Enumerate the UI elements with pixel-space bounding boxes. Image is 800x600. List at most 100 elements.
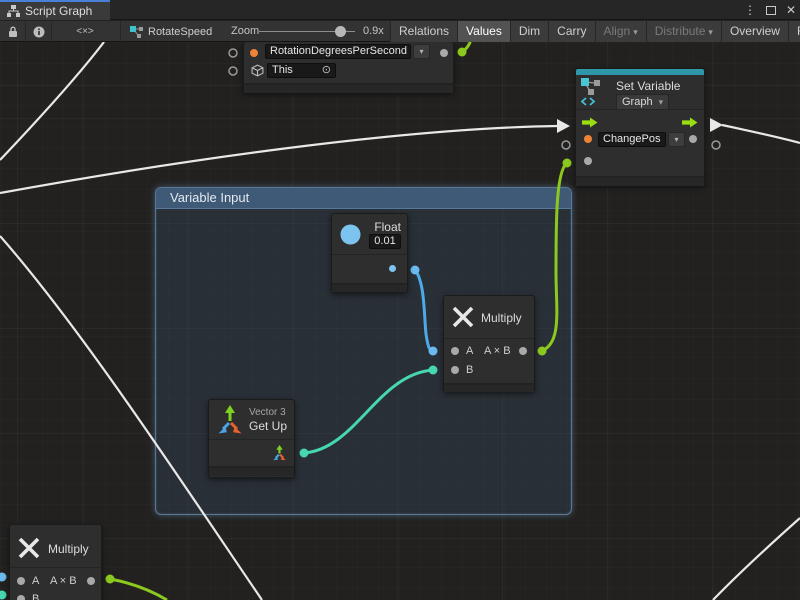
node-header: Float 0.01	[332, 214, 407, 254]
lock-icon[interactable]	[0, 21, 25, 42]
node-multiply-2[interactable]: Multiply A A × B B	[9, 524, 102, 600]
port-label-axb: A × B	[50, 575, 77, 587]
chevron-down-icon: ▾	[708, 27, 713, 37]
wire-end-green[interactable]	[538, 347, 547, 356]
port-label-a: A	[32, 575, 39, 587]
wire-white-bottomright[interactable]	[713, 518, 800, 600]
chevron-down-icon: ▾	[659, 97, 664, 107]
port-label-b: B	[32, 593, 39, 600]
info-icon[interactable]	[26, 21, 51, 42]
object-picker-icon[interactable]: ⊙	[322, 64, 331, 77]
breadcrumb-label: RotateSpeed	[148, 26, 212, 38]
node-get-variable[interactable]: RotationDegreesPerSecond ▾ This ⊙	[243, 42, 454, 93]
node-footer	[209, 466, 294, 476]
breadcrumb[interactable]: RotateSpeed	[130, 21, 212, 42]
node-multiply[interactable]: Multiply A A × B B	[443, 295, 535, 392]
input-port-b[interactable]	[451, 366, 459, 374]
input-port-a[interactable]	[451, 347, 459, 355]
open-port[interactable]	[229, 49, 237, 57]
fullscreen-button[interactable]: Full Screen	[788, 21, 800, 42]
tab-script-graph[interactable]: Script Graph	[0, 0, 110, 20]
wire-white-out-right[interactable]	[722, 125, 800, 143]
wire-green-multiply2-out[interactable]	[110, 579, 167, 600]
output-port[interactable]	[519, 347, 527, 355]
wire-green-multiply-to-setvariable[interactable]	[542, 163, 567, 351]
input-port-b[interactable]	[17, 595, 25, 600]
overview-button[interactable]: Overview	[721, 21, 788, 42]
maximize-icon[interactable]	[766, 6, 776, 15]
input-port-a[interactable]	[17, 577, 25, 585]
vector3-output-port[interactable]	[272, 445, 287, 461]
window-controls: ⋮ ✕	[744, 0, 796, 20]
wire-end-blue[interactable]	[411, 266, 420, 275]
wire-end-green[interactable]	[106, 575, 115, 584]
target-field[interactable]: This ⊙	[267, 63, 336, 78]
values-button[interactable]: Values	[457, 21, 510, 42]
align-button[interactable]: Align▾	[595, 21, 646, 42]
node-title: Multiply	[48, 542, 89, 556]
carry-button[interactable]: Carry	[548, 21, 594, 42]
distribute-button[interactable]: Distribute▾	[646, 21, 721, 42]
script-graph-window: Script Graph ⋮ ✕ <×> RotateSpeed	[0, 0, 800, 600]
wire-end-teal[interactable]	[0, 591, 7, 600]
close-icon[interactable]: ✕	[786, 0, 796, 20]
variable-dropdown[interactable]: ▾	[413, 44, 430, 59]
zoom-slider-handle[interactable]	[335, 26, 346, 37]
graph-canvas[interactable]: Variable Input	[0, 42, 800, 600]
wire-blue-float-to-multiply-a[interactable]	[415, 270, 433, 351]
code-icon[interactable]: <×>	[60, 21, 110, 42]
toolbar-buttons: Relations Values Dim Carry Align▾ Distri…	[390, 21, 800, 42]
variable-scope-dropdown[interactable]: Graph ▾	[616, 94, 669, 110]
float-icon	[340, 224, 361, 245]
graph-toolbar: <×> RotateSpeed Zoom 0.9x Relations Valu…	[0, 21, 800, 42]
relations-button[interactable]: Relations	[390, 21, 457, 42]
open-port[interactable]	[712, 141, 720, 149]
wire-end-teal[interactable]	[429, 366, 438, 375]
flow-output-port[interactable]	[682, 117, 698, 128]
wire-end-green[interactable]	[458, 48, 467, 57]
node-header: Vector 3 Get Up	[209, 400, 294, 439]
node-footer	[444, 383, 534, 392]
output-port[interactable]	[87, 577, 95, 585]
value-output-port[interactable]	[389, 265, 396, 272]
node-set-variable[interactable]: Set Variable Graph ▾ ChangePos ▾	[575, 68, 705, 186]
menu-icon[interactable]: ⋮	[744, 0, 756, 20]
node-get-up[interactable]: Vector 3 Get Up	[208, 399, 295, 478]
wire-end-teal[interactable]	[300, 449, 309, 458]
open-port[interactable]	[562, 141, 570, 149]
wire-arrowhead-setvariable-input	[557, 119, 570, 133]
variable-name-field[interactable]: ChangePos	[598, 132, 666, 147]
wire-end-green[interactable]	[563, 159, 572, 168]
graph-node-icon	[130, 26, 143, 38]
target-value: This	[272, 64, 293, 77]
node-float-literal[interactable]: Float 0.01	[331, 213, 408, 293]
wire-end-blue[interactable]	[0, 573, 7, 582]
node-type-label: Vector 3	[249, 407, 286, 418]
wire-teal-getup-to-multiply-b[interactable]	[304, 370, 433, 453]
open-port[interactable]	[229, 67, 237, 75]
toolbar-separator	[120, 21, 121, 42]
variable-name-field[interactable]: RotationDegreesPerSecond	[265, 44, 411, 59]
tab-title: Script Graph	[25, 4, 92, 18]
value-input-port[interactable]	[584, 157, 592, 165]
dim-button[interactable]: Dim	[510, 21, 548, 42]
float-value-field[interactable]: 0.01	[369, 234, 401, 249]
wire-end-blue[interactable]	[429, 347, 438, 356]
node-title: Get Up	[249, 419, 287, 433]
variable-dropdown[interactable]: ▾	[668, 132, 685, 147]
node-header: Multiply	[10, 525, 101, 567]
value-output-port[interactable]	[440, 49, 448, 57]
set-variable-icon	[581, 78, 601, 106]
variable-kind-port[interactable]	[250, 49, 258, 57]
value-output-port[interactable]	[689, 135, 697, 143]
wire-white-topleft[interactable]	[0, 42, 104, 160]
node-body: ChangePos ▾	[576, 110, 704, 176]
variable-kind-port[interactable]	[584, 135, 592, 143]
wire-white-into-setvariable[interactable]	[0, 126, 558, 193]
script-graph-icon	[7, 5, 20, 17]
flow-input-port[interactable]	[582, 117, 598, 128]
port-label-a: A	[466, 345, 473, 357]
port-label-b: B	[466, 364, 473, 376]
multiply-icon	[17, 536, 41, 560]
node-title: Multiply	[481, 311, 522, 325]
